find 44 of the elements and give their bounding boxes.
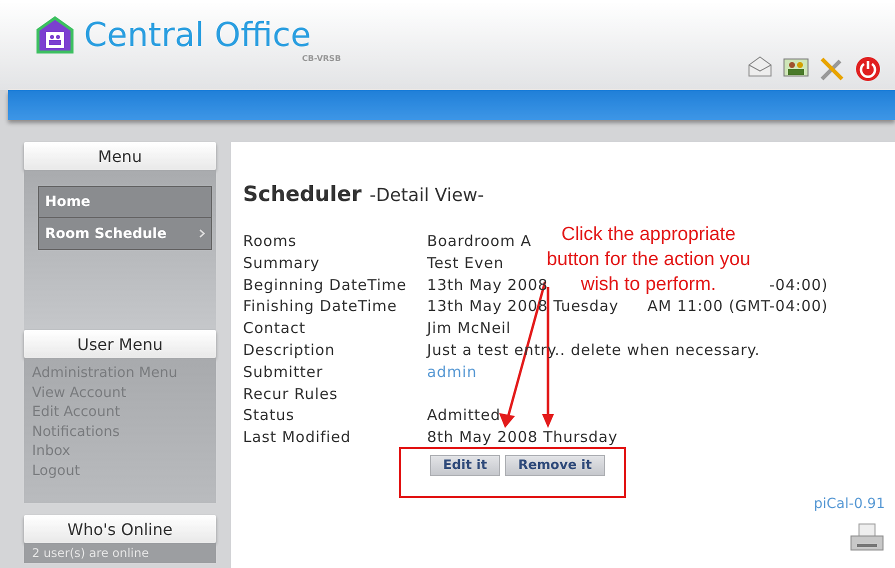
field-label: Rooms: [243, 231, 298, 252]
field-value: Jim McNeil: [427, 318, 511, 340]
annotation-text: button for the action you: [546, 248, 750, 272]
field-value: Test Even: [427, 252, 504, 274]
panel-header: Menu: [24, 142, 216, 170]
annotation-text: Click the appropriate: [561, 223, 736, 247]
user-menu-link[interactable]: Notifications: [32, 422, 120, 442]
menu-item[interactable]: Room Schedule: [38, 218, 212, 250]
field-label: Summary: [243, 252, 321, 274]
action-button[interactable]: Edit it: [430, 454, 500, 476]
online-count-text: 2 user(s) are online: [32, 546, 149, 560]
page-title: Scheduler: [243, 182, 362, 206]
field-value: AM 11:00 (GMT-04:00): [647, 296, 828, 318]
field-value: -04:00): [769, 274, 828, 296]
panel-header: Who's Online: [24, 515, 216, 543]
field-label: Description: [243, 340, 336, 361]
field-value: Boardroom A: [427, 231, 532, 252]
menu-item-label: Room Schedule: [45, 226, 167, 242]
field-label: Finishing DateTime: [243, 296, 398, 318]
house-logo-icon: [36, 16, 74, 54]
field-value: Admitted: [427, 405, 501, 426]
app-title: Central Office: [84, 18, 311, 51]
field-value: 8th May 2008 Thursday: [427, 427, 618, 448]
field-label: Recur Rules: [243, 384, 339, 405]
app-subtitle: CB-VRSB: [302, 54, 341, 63]
user-menu-link[interactable]: Logout: [32, 462, 80, 481]
field-label: Status: [243, 405, 296, 426]
field-label: Last Modified: [243, 427, 352, 448]
field-label: Submitter: [243, 362, 324, 383]
menu-item-label: Home: [45, 194, 90, 210]
envelope-icon[interactable]: [747, 56, 773, 78]
annotation-text: wish to perform.: [580, 273, 716, 297]
user-menu-link[interactable]: Inbox: [32, 442, 70, 462]
people-icon[interactable]: [783, 56, 809, 78]
panel-header: User Menu: [24, 330, 216, 358]
page-subtitle: -Detail View-: [370, 185, 484, 206]
power-icon[interactable]: [855, 56, 881, 82]
field-label: Beginning DateTime: [243, 274, 408, 296]
tools-icon[interactable]: [819, 56, 845, 82]
field-label: Contact: [243, 318, 307, 340]
submitter-link[interactable]: admin: [427, 362, 477, 384]
action-button[interactable]: Remove it: [505, 454, 605, 476]
menu-item[interactable]: Home: [38, 186, 212, 218]
version-link[interactable]: piCal-0.91: [814, 496, 885, 512]
